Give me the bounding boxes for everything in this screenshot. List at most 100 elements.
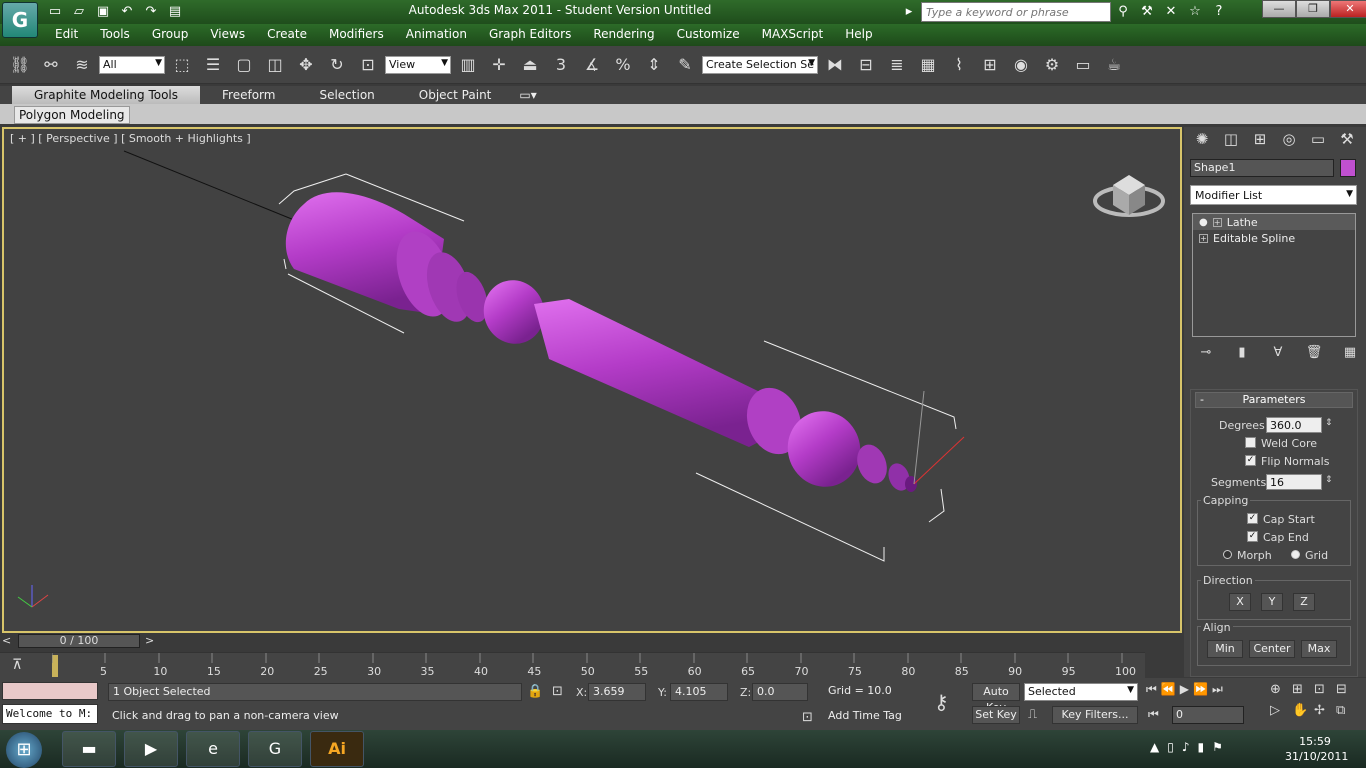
auto-key-button[interactable]: Auto Key bbox=[972, 683, 1020, 714]
pin-stack-icon[interactable]: ⊸ bbox=[1194, 343, 1218, 363]
go-to-end-icon[interactable]: ⏭ bbox=[1212, 682, 1223, 697]
next-frame-icon[interactable]: > bbox=[145, 634, 154, 647]
redo-icon[interactable]: ↷ bbox=[140, 2, 162, 22]
bind-space-warp-icon[interactable]: ≋ bbox=[68, 50, 96, 80]
object-color-swatch[interactable] bbox=[1340, 159, 1356, 177]
percent-snap-icon[interactable]: % bbox=[609, 50, 637, 80]
align-center-button[interactable]: Center bbox=[1249, 640, 1295, 658]
scale-icon[interactable]: ⊡ bbox=[354, 50, 382, 80]
search-arrow-icon[interactable]: ▸ bbox=[897, 2, 921, 22]
zoom-icon[interactable]: ⊕ bbox=[1270, 682, 1292, 697]
create-tab-icon[interactable]: ✺ bbox=[1188, 127, 1216, 151]
spinner-arrows-icon[interactable]: ⇕ bbox=[1325, 418, 1333, 428]
new-icon[interactable]: ▭ bbox=[44, 2, 66, 22]
maximize-button[interactable]: ❐ bbox=[1296, 0, 1330, 18]
undo-icon[interactable]: ↶ bbox=[116, 2, 138, 22]
key-mode-dropdown[interactable]: Selected ▼ bbox=[1024, 683, 1138, 701]
3dsmax-icon[interactable]: G bbox=[248, 731, 302, 767]
explorer-icon[interactable]: ▬ bbox=[62, 731, 116, 767]
communication-icon[interactable]: ✕ bbox=[1159, 2, 1183, 22]
unlink-icon[interactable]: ⚯ bbox=[37, 50, 65, 80]
go-to-start-icon[interactable]: ⏮ bbox=[1146, 682, 1157, 697]
binoculars-icon[interactable]: ⚲ bbox=[1111, 2, 1135, 22]
reference-coordinate-dropdown[interactable]: View ▼ bbox=[385, 55, 451, 74]
y-coordinate[interactable]: 4.105 bbox=[670, 683, 728, 701]
close-button[interactable]: ✕ bbox=[1330, 0, 1366, 18]
lightbulb-icon[interactable]: ● bbox=[1199, 217, 1208, 228]
mirror-icon[interactable]: ⧓ bbox=[821, 50, 849, 80]
add-time-tag[interactable]: Add Time Tag bbox=[824, 708, 922, 726]
configure-sets-icon[interactable]: ▦ bbox=[1338, 343, 1362, 363]
hierarchy-tab-icon[interactable]: ⊞ bbox=[1246, 127, 1274, 151]
tab-graphite-modeling-tools[interactable]: Graphite Modeling Tools bbox=[12, 86, 201, 104]
network-icon[interactable]: ▮ bbox=[1198, 740, 1205, 754]
align-min-button[interactable]: Min bbox=[1207, 640, 1243, 658]
modifier-list-dropdown[interactable]: Modifier List ▼ bbox=[1190, 185, 1357, 205]
viewcube-icon[interactable] bbox=[1093, 175, 1165, 217]
menu-modifiers[interactable]: Modifiers bbox=[318, 24, 395, 46]
prev-frame-icon[interactable]: < bbox=[2, 634, 11, 647]
zoom-all-icon[interactable]: ⊞ bbox=[1292, 682, 1314, 697]
grid-radio[interactable] bbox=[1291, 550, 1300, 559]
manipulate-icon[interactable]: ✛ bbox=[485, 50, 513, 80]
pivot-center-icon[interactable]: ▥ bbox=[454, 50, 482, 80]
key-filters-button[interactable]: Key Filters... bbox=[1052, 706, 1138, 724]
clock[interactable]: 15:59 31/10/2011 bbox=[1285, 734, 1348, 764]
maxscript-listener[interactable]: Welcome to M: bbox=[2, 704, 98, 724]
curve-editor-icon[interactable]: ⌇ bbox=[945, 50, 973, 80]
project-icon[interactable]: ▤ bbox=[164, 2, 186, 22]
tray-device-icon[interactable]: ▯ bbox=[1167, 740, 1174, 754]
key-icon[interactable]: ⚷ bbox=[934, 690, 949, 714]
windows-logo[interactable]: ⊞ bbox=[6, 732, 42, 768]
next-frame-icon[interactable]: ⏩ bbox=[1193, 682, 1208, 697]
named-selection-dropdown[interactable]: Create Selection Se ▼ bbox=[702, 55, 818, 74]
degrees-spinner[interactable]: 360.0 bbox=[1266, 417, 1322, 433]
menu-edit[interactable]: Edit bbox=[44, 24, 89, 46]
segments-spinner[interactable]: 16 bbox=[1266, 474, 1322, 490]
menu-create[interactable]: Create bbox=[256, 24, 318, 46]
help-icon[interactable]: ? bbox=[1207, 2, 1231, 22]
play-icon[interactable]: ▶ bbox=[1180, 682, 1189, 697]
lock-icon[interactable]: 🔒 bbox=[527, 684, 543, 699]
x-coordinate[interactable]: 3.659 bbox=[588, 683, 646, 701]
time-tag-icon[interactable]: ⊡ bbox=[802, 710, 813, 725]
menu-help[interactable]: Help bbox=[834, 24, 883, 46]
cap-start-checkbox[interactable]: ✓ bbox=[1247, 513, 1258, 524]
select-object-icon[interactable]: ⬚ bbox=[168, 50, 196, 80]
graphite-toggle-icon[interactable]: ▦ bbox=[914, 50, 942, 80]
current-frame-field[interactable]: 0 bbox=[1172, 706, 1244, 724]
rotate-icon[interactable]: ↻ bbox=[323, 50, 351, 80]
menu-graph-editors[interactable]: Graph Editors bbox=[478, 24, 582, 46]
polygon-modeling-panel[interactable]: Polygon Modeling bbox=[14, 106, 130, 124]
application-button[interactable]: G bbox=[2, 2, 38, 38]
favorites-icon[interactable]: ☆ bbox=[1183, 2, 1207, 22]
stack-item-lathe[interactable]: ● + Lathe bbox=[1193, 214, 1355, 230]
volume-icon[interactable]: ♪ bbox=[1182, 740, 1190, 754]
search-input[interactable] bbox=[921, 2, 1111, 22]
illustrator-icon[interactable]: Ai bbox=[310, 731, 364, 767]
rendered-frame-window-icon[interactable]: ▭ bbox=[1069, 50, 1097, 80]
weld-core-checkbox[interactable] bbox=[1245, 437, 1256, 448]
ribbon-options-icon[interactable]: ▭▾ bbox=[513, 86, 542, 104]
stack-item-editable-spline[interactable]: + Editable Spline bbox=[1193, 230, 1355, 246]
cap-end-checkbox[interactable]: ✓ bbox=[1247, 531, 1258, 542]
menu-maxscript[interactable]: MAXScript bbox=[751, 24, 835, 46]
make-unique-icon[interactable]: ∀ bbox=[1266, 343, 1290, 363]
z-coordinate[interactable]: 0.0 bbox=[752, 683, 808, 701]
zoom-extents-icon[interactable]: ⊡ bbox=[1314, 682, 1336, 697]
menu-rendering[interactable]: Rendering bbox=[582, 24, 665, 46]
menu-views[interactable]: Views bbox=[199, 24, 256, 46]
material-editor-icon[interactable]: ◉ bbox=[1007, 50, 1035, 80]
subscription-icon[interactable]: ⚒ bbox=[1135, 2, 1159, 22]
previous-frame-icon[interactable]: ⏪ bbox=[1161, 682, 1176, 697]
tray-arrow-icon[interactable]: ▲ bbox=[1150, 740, 1159, 754]
flip-normals-checkbox[interactable]: ✓ bbox=[1245, 455, 1256, 466]
window-crossing-icon[interactable]: ◫ bbox=[261, 50, 289, 80]
menu-group[interactable]: Group bbox=[141, 24, 200, 46]
menu-tools[interactable]: Tools bbox=[89, 24, 141, 46]
perspective-viewport[interactable]: [ + ] [ Perspective ] [ Smooth + Highlig… bbox=[2, 127, 1182, 633]
snaps-toggle-icon[interactable]: 3 bbox=[547, 50, 575, 80]
save-icon[interactable]: ▣ bbox=[92, 2, 114, 22]
show-end-result-icon[interactable]: ▮ bbox=[1230, 343, 1254, 363]
lathe-object[interactable] bbox=[285, 192, 917, 497]
